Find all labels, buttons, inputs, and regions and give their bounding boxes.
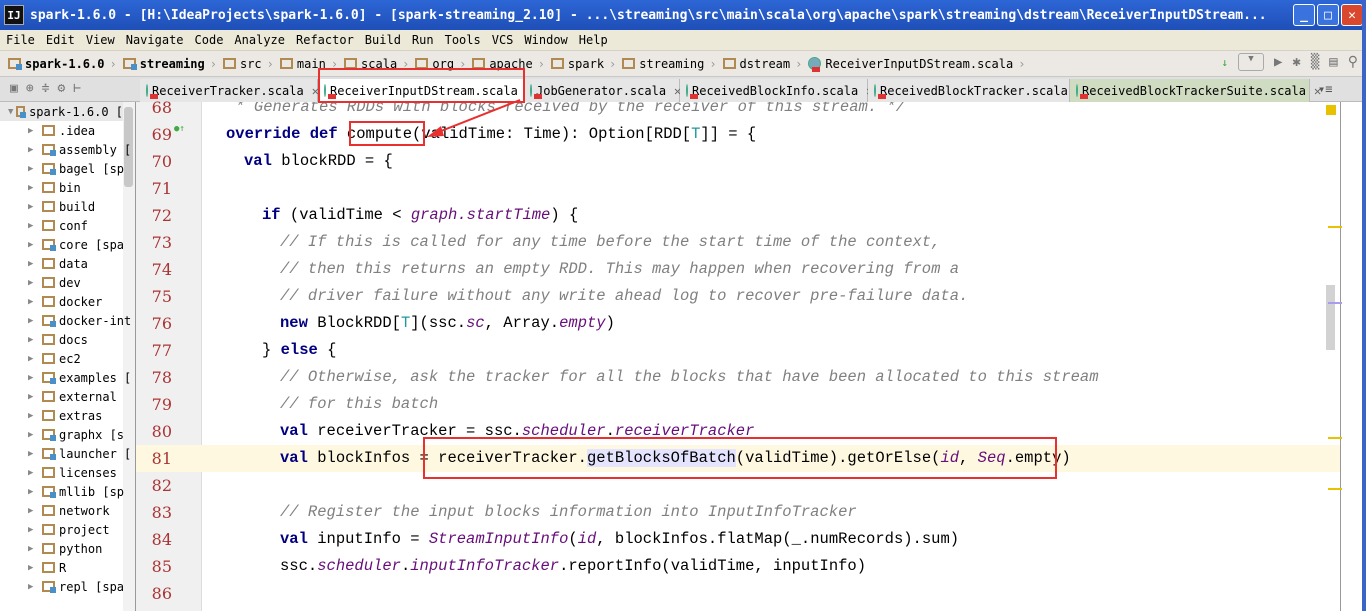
annotation-arrow xyxy=(427,99,521,137)
